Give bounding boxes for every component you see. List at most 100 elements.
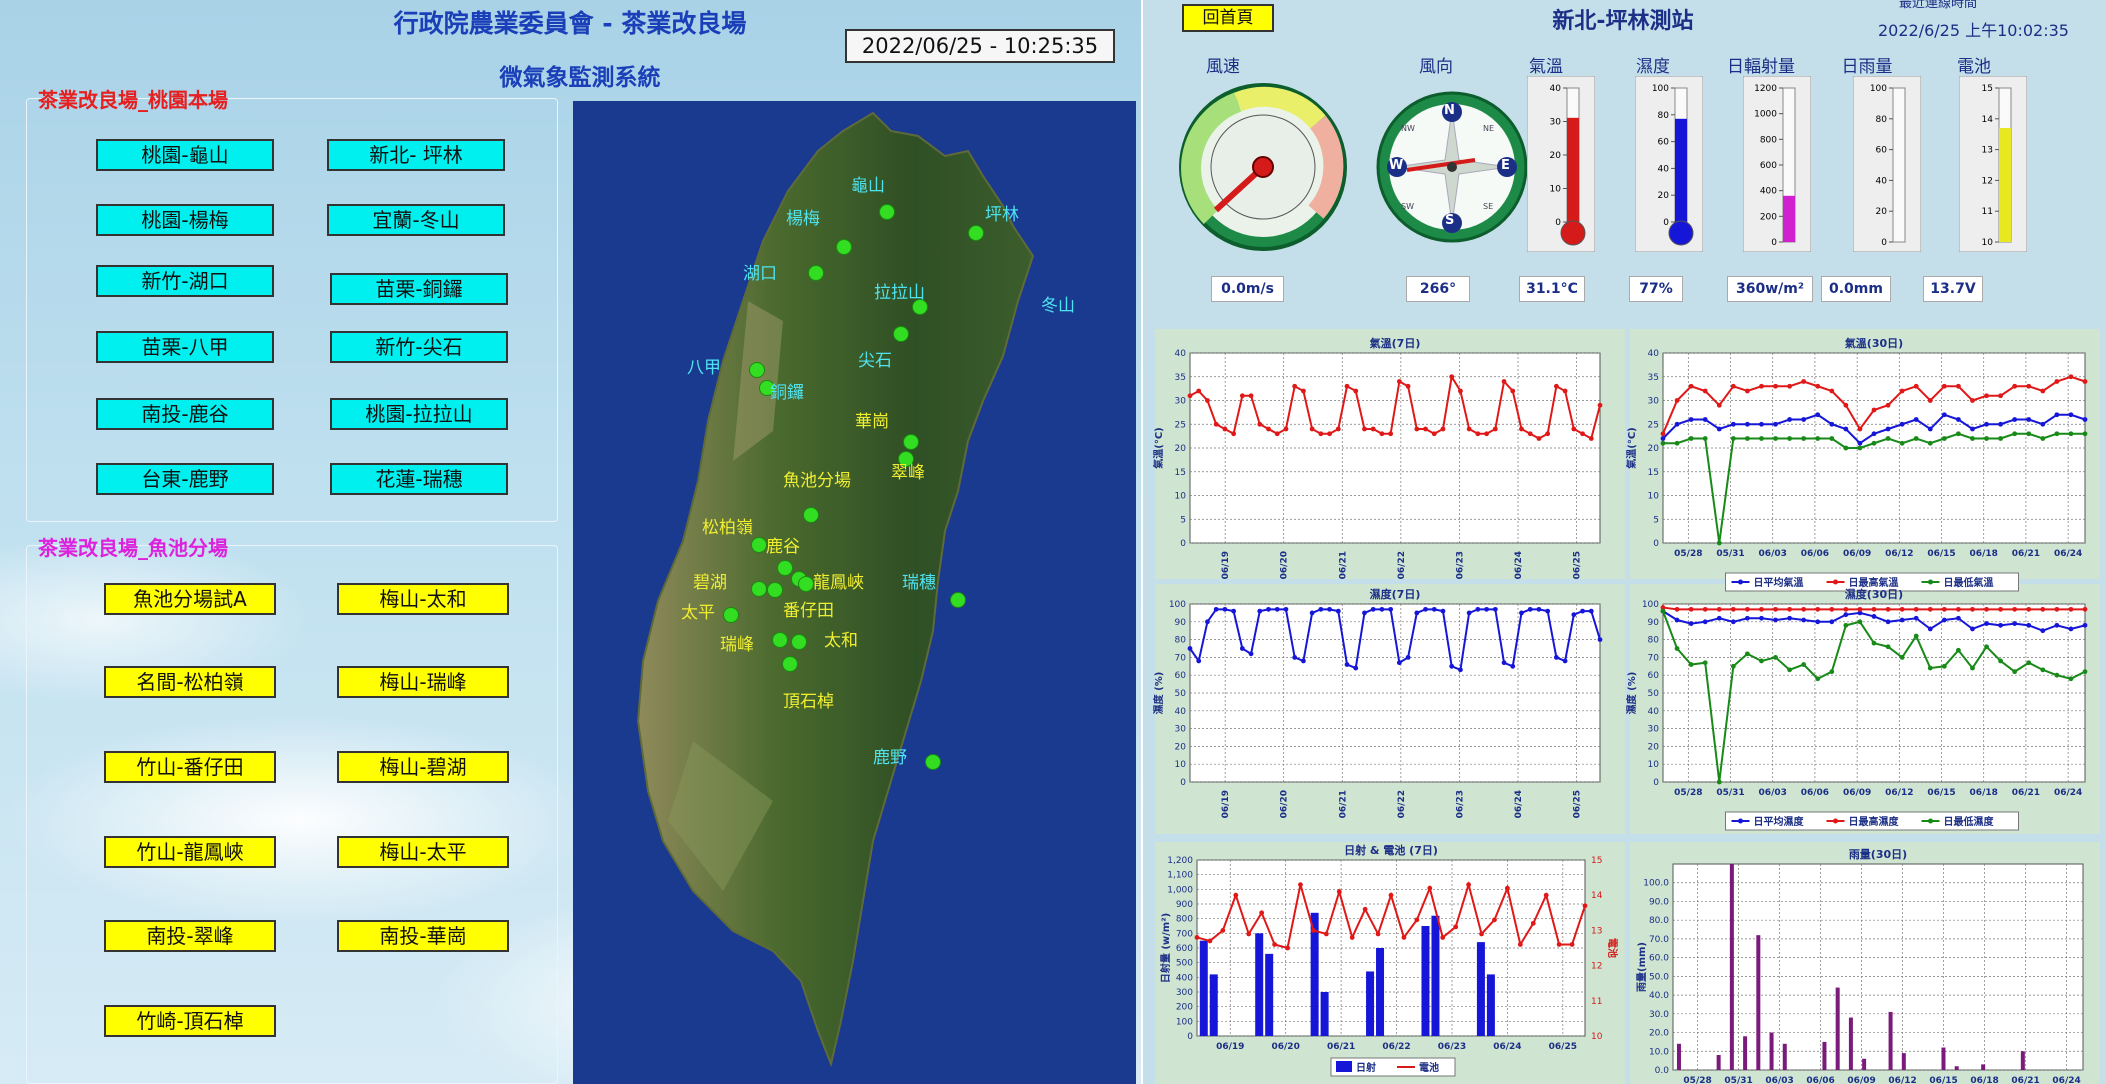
y2-tick-label: 14 xyxy=(1591,891,1603,901)
hum7d-point xyxy=(1545,608,1551,614)
temp30d-point xyxy=(1716,426,1722,432)
battery-point xyxy=(1298,882,1303,888)
station-button[interactable]: 梅山-碧湖 xyxy=(337,751,509,783)
rain-bar xyxy=(1782,1043,1787,1070)
rain-bar xyxy=(1756,935,1761,1070)
temp30d-point xyxy=(1984,436,1989,441)
hum30d-point xyxy=(1885,644,1891,650)
temp30d-point xyxy=(1745,421,1750,427)
station-button[interactable]: 新北- 坪林 xyxy=(327,139,505,171)
rain-bar xyxy=(1848,1017,1853,1070)
x-tick-label: 06/24 xyxy=(1514,790,1524,818)
y-tick-label: 70 xyxy=(1648,653,1660,663)
temp7d-point xyxy=(1562,388,1568,394)
temp30d-point xyxy=(1843,402,1849,408)
station-button[interactable]: 竹崎-頂石棹 xyxy=(104,1005,276,1037)
station-button[interactable]: 梅山-太平 xyxy=(337,836,509,868)
map-label: 鹿谷 xyxy=(766,537,800,557)
x-tick-label: 06/12 xyxy=(1885,788,1913,798)
station-dot[interactable] xyxy=(893,326,909,342)
station-button[interactable]: 名間-松柏嶺 xyxy=(104,666,276,698)
station-button[interactable]: 桃園-龜山 xyxy=(96,139,274,171)
station-button[interactable]: 梅山-太和 xyxy=(337,583,509,615)
battery-point xyxy=(1207,938,1213,944)
hum7d-point xyxy=(1344,662,1350,667)
station-button[interactable]: 新竹-湖口 xyxy=(96,265,274,297)
station-dot[interactable] xyxy=(803,507,819,523)
y-tick-label: 700 xyxy=(1176,929,1193,939)
station-dot[interactable] xyxy=(772,632,788,648)
station-dot[interactable] xyxy=(751,581,767,597)
charts-canvas: 0510152025303540氣溫(7日)氣溫(°C)06/19 06/20 06… xyxy=(1152,336,2088,1084)
station-dot[interactable] xyxy=(777,560,793,576)
y-tick-label: 35 xyxy=(1175,373,1186,383)
battery-point xyxy=(1311,928,1316,933)
station-button[interactable]: 苗栗-銅鑼 xyxy=(330,273,508,305)
station-dot[interactable] xyxy=(808,265,824,281)
y-axis-label: 雨量(mm) xyxy=(1635,942,1648,992)
temp30d-point xyxy=(1998,436,2003,441)
temp30d-point xyxy=(1716,540,1722,546)
station-button[interactable]: 竹山-龍鳳峽 xyxy=(104,836,276,868)
station-dot[interactable] xyxy=(791,634,807,650)
station-button[interactable]: 新竹-尖石 xyxy=(330,331,508,363)
temp30d-point xyxy=(1660,431,1666,437)
x-tick-label: 06/21 xyxy=(2012,788,2040,798)
station-dot[interactable] xyxy=(925,754,941,770)
station-dot[interactable] xyxy=(968,225,984,241)
temp7d-point xyxy=(1414,426,1420,432)
page-title: 行政院農業委員會 - 茶業改良場 xyxy=(393,9,747,38)
y-tick-label: 0 xyxy=(1653,539,1659,549)
x-tick-label: 06/25 xyxy=(1573,790,1583,818)
station-dot[interactable] xyxy=(836,239,852,255)
x-tick-label: 06/21 xyxy=(2012,549,2040,559)
y-tick-label: 30 xyxy=(1175,725,1187,735)
y-tick-label: 10 xyxy=(1648,492,1660,502)
station-dot[interactable] xyxy=(749,362,765,378)
temp30d-point xyxy=(1871,440,1877,446)
station-dot[interactable] xyxy=(903,434,919,450)
y-axis-label: 濕度 (%) xyxy=(1152,672,1165,715)
solar-bar xyxy=(1421,926,1430,1036)
station-button[interactable]: 宜蘭-冬山 xyxy=(327,204,505,236)
y-tick-label: 30 xyxy=(1175,397,1187,407)
x-tick-label: 06/25 xyxy=(1573,551,1583,579)
station-button[interactable]: 南投-鹿谷 xyxy=(96,398,274,430)
hum30d-point xyxy=(2012,606,2018,612)
temp30d-point xyxy=(1871,407,1877,413)
station-button[interactable]: 桃園-楊梅 xyxy=(96,204,274,236)
station-button[interactable]: 竹山-番仔田 xyxy=(104,751,276,783)
temp7d-point xyxy=(1196,388,1202,394)
station-button[interactable]: 魚池分場試A xyxy=(104,583,276,615)
station-button[interactable]: 南投-華崗 xyxy=(337,920,509,952)
station-button[interactable]: 花蓮-瑞穗 xyxy=(330,463,508,495)
station-dot[interactable] xyxy=(950,592,966,608)
station-dot[interactable] xyxy=(782,656,798,672)
x-tick-label: 06/20 xyxy=(1280,790,1290,818)
station-button[interactable]: 梅山-瑞峰 xyxy=(337,666,509,698)
battery-point xyxy=(1569,942,1575,947)
battery-point xyxy=(1388,892,1394,898)
station-button[interactable]: 南投-翠峰 xyxy=(104,920,276,952)
station-dot[interactable] xyxy=(751,537,767,553)
hum7d-point xyxy=(1405,655,1411,660)
temp30d-point xyxy=(2026,417,2032,422)
station-dot[interactable] xyxy=(879,204,895,220)
y-tick-label: 0 xyxy=(1187,1032,1193,1042)
x-tick-label: 05/28 xyxy=(1674,788,1702,798)
y-tick-label: 60 xyxy=(1175,671,1187,681)
x-tick-label: 06/21 xyxy=(2011,1076,2039,1084)
station-dot[interactable] xyxy=(723,607,739,623)
station-dot[interactable] xyxy=(767,582,783,598)
station-button[interactable]: 台東-鹿野 xyxy=(96,463,274,495)
map-label: 魚池分場 xyxy=(783,471,851,491)
y2-tick-label: 11 xyxy=(1591,997,1602,1007)
y2-tick-label: 12 xyxy=(1591,962,1602,972)
station-button[interactable]: 苗栗-八甲 xyxy=(96,331,274,363)
rain-bar xyxy=(1769,1032,1774,1070)
hum30d-point xyxy=(1801,617,1807,623)
x-tick-label: 06/19 xyxy=(1221,551,1231,579)
temp30d-point xyxy=(1829,436,1835,441)
station-button[interactable]: 桃園-拉拉山 xyxy=(330,398,508,430)
station-dot[interactable] xyxy=(798,576,814,592)
